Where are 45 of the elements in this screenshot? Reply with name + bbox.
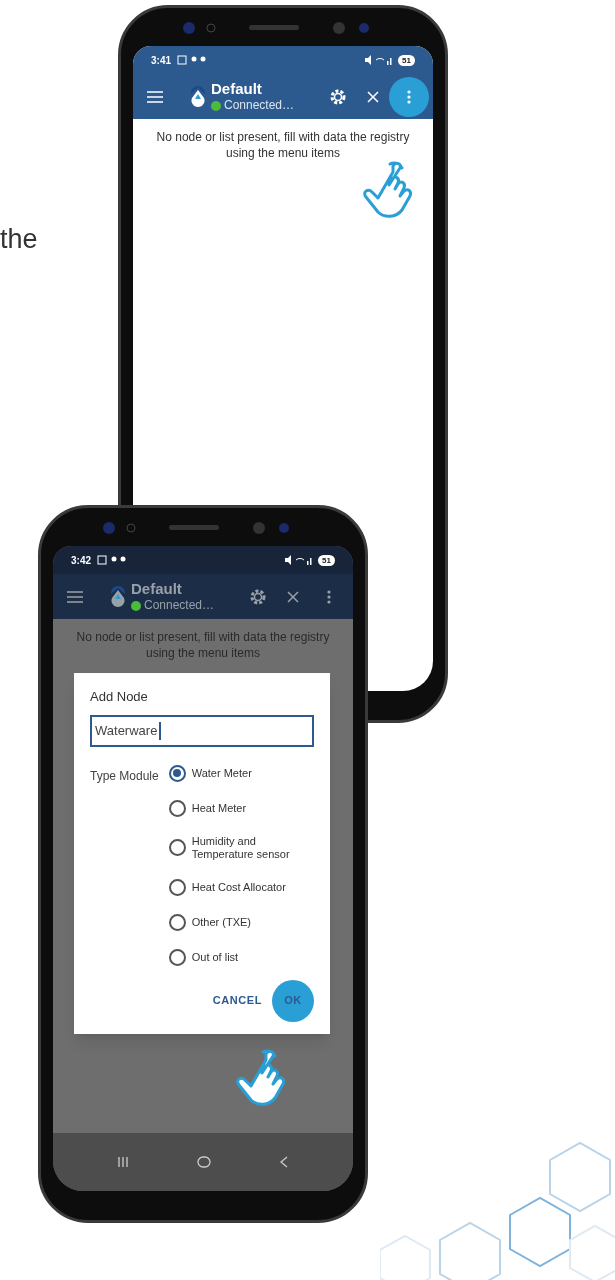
app-title: Default bbox=[131, 579, 183, 599]
connection-status: Connected… bbox=[224, 98, 295, 114]
radio-option[interactable]: Out of list bbox=[168, 948, 312, 966]
recent-apps-icon[interactable] bbox=[117, 1157, 128, 1167]
more-options-button[interactable] bbox=[389, 76, 429, 117]
connection-status: Connected… bbox=[144, 598, 215, 614]
signal-icons bbox=[364, 55, 395, 65]
radio-button[interactable] bbox=[168, 948, 186, 966]
caption-text: the bbox=[0, 226, 38, 253]
app-title: Default bbox=[211, 79, 263, 99]
home-icon[interactable] bbox=[197, 1156, 211, 1168]
close-icon[interactable] bbox=[287, 590, 299, 603]
battery-level: 51 bbox=[398, 54, 415, 66]
water-drop-logo-icon bbox=[111, 585, 125, 608]
more-options-icon[interactable] bbox=[407, 89, 411, 104]
radio-option[interactable]: Other (TXE) bbox=[168, 913, 312, 931]
water-drop-logo-icon bbox=[191, 85, 205, 108]
radio-option[interactable]: Heat Meter bbox=[168, 799, 312, 817]
battery-level: 51 bbox=[318, 554, 335, 566]
back-icon[interactable] bbox=[280, 1156, 289, 1168]
radio-button[interactable] bbox=[168, 839, 186, 856]
more-options-icon[interactable] bbox=[327, 589, 331, 604]
radio-button[interactable] bbox=[168, 913, 186, 931]
field-value: Waterware bbox=[95, 721, 158, 740]
dialog-title: Add Node bbox=[90, 688, 149, 706]
radio-button[interactable] bbox=[168, 799, 186, 817]
radio-button[interactable] bbox=[168, 764, 186, 782]
type-module-label: Type Module bbox=[90, 767, 159, 785]
text-cursor bbox=[159, 721, 162, 740]
empty-state-message: No node or list present, fill with data the registry using the menu items bbox=[75, 629, 331, 661]
cancel-button[interactable]: CANCEL bbox=[208, 979, 266, 1022]
node-name-field[interactable]: Waterware bbox=[90, 714, 314, 747]
signal-icons bbox=[284, 555, 315, 565]
settings-icon[interactable] bbox=[329, 87, 347, 106]
empty-state-message: No node or list present, fill with data the registry using the menu items bbox=[155, 129, 411, 161]
radio-button[interactable] bbox=[168, 878, 186, 896]
radio-option[interactable]: Heat Cost Allocator bbox=[168, 878, 312, 896]
radio-option[interactable]: Water Meter bbox=[168, 764, 312, 782]
status-time: 3:42 bbox=[71, 553, 91, 568]
status-time: 3:41 bbox=[151, 53, 171, 68]
notification-icons bbox=[97, 555, 127, 565]
settings-icon[interactable] bbox=[249, 587, 267, 606]
notification-icons bbox=[177, 55, 207, 65]
menu-icon[interactable] bbox=[67, 590, 83, 603]
radio-option[interactable]: Humidity and Temperature sensor bbox=[168, 834, 312, 861]
